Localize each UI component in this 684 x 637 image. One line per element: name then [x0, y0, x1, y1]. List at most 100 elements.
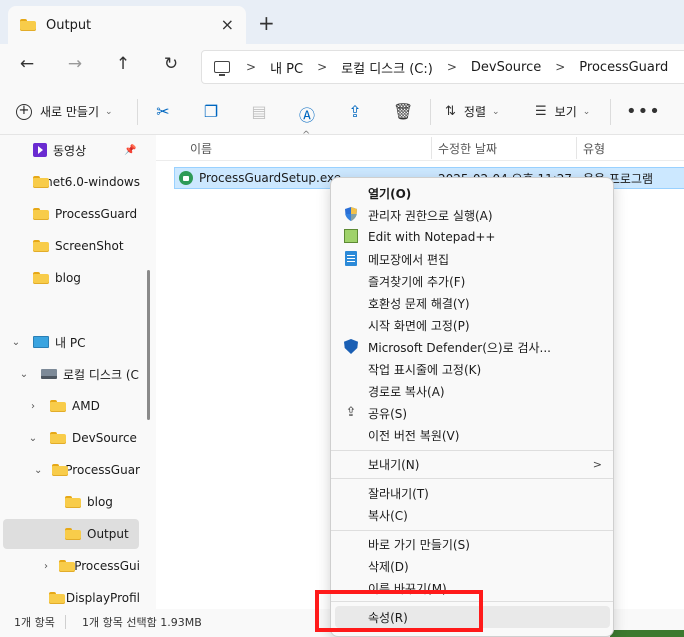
folder-icon	[65, 496, 81, 508]
more-options-icon[interactable]: •••	[626, 101, 661, 122]
sidebar-item-blog[interactable]: blog	[0, 263, 140, 293]
menu-item-restore-versions[interactable]: 이전 버전 복원(V)	[335, 424, 610, 446]
menu-item-cut[interactable]: 잘라내기(T)	[335, 482, 610, 504]
menu-item-label: Microsoft Defender(으)로 검사...	[368, 340, 551, 355]
sidebar-item-my-pc[interactable]: ⌄ 내 PC	[0, 327, 140, 357]
menu-item-label: 잘라내기(T)	[368, 486, 429, 501]
chevron-down-icon[interactable]: ⌄	[17, 369, 31, 380]
delete-icon[interactable]: 🗑	[393, 102, 413, 122]
menu-item-troubleshoot[interactable]: 호환성 문제 해결(Y)	[335, 292, 610, 314]
menu-item-add-favorites[interactable]: 즐겨찾기에 추가(F)	[335, 270, 610, 292]
menu-item-label: 공유(S)	[368, 406, 408, 421]
new-tab-button[interactable]: +	[258, 11, 275, 35]
menu-item-copy-path[interactable]: 경로로 복사(A)	[335, 380, 610, 402]
pin-icon[interactable]: 📌	[124, 145, 136, 156]
chevron-down-icon[interactable]: ⌄	[26, 433, 40, 444]
column-date[interactable]: 수정한 날짜	[438, 140, 497, 157]
menu-item-send-to[interactable]: 보내기(N) >	[335, 453, 610, 475]
navigation-bar: ← → ↑ ↻ > 내 PC > 로컬 디스크 (C:) > DevSource…	[0, 44, 684, 89]
sidebar-item-local-disk[interactable]: ⌄ 로컬 디스크 (C	[0, 359, 140, 389]
view-button[interactable]: ☰ 보기 ⌄	[535, 103, 590, 120]
breadcrumb-local-disk[interactable]: 로컬 디스크 (C:)	[341, 58, 433, 77]
up-icon[interactable]: ↑	[111, 54, 135, 74]
sidebar-item-amd[interactable]: › AMD	[0, 391, 140, 421]
folder-icon	[20, 19, 36, 31]
sidebar-item-label: ScreenShot	[55, 239, 124, 253]
column-divider[interactable]	[576, 137, 577, 159]
paste-icon[interactable]: ▤	[249, 102, 269, 122]
menu-item-run-as-admin[interactable]: 관리자 권한으로 실행(A)	[335, 204, 610, 226]
breadcrumb-processguard[interactable]: ProcessGuard	[579, 60, 668, 75]
sort-button[interactable]: ⇅ 정렬 ⌄	[445, 103, 500, 120]
refresh-icon[interactable]: ↻	[159, 54, 183, 74]
sidebar-item-label: ProcessGuar	[65, 463, 140, 477]
chevron-down-icon[interactable]: ⌄	[34, 465, 42, 476]
column-name[interactable]: 이름	[190, 140, 212, 157]
menu-item-create-shortcut[interactable]: 바로 가기 만들기(S)	[335, 533, 610, 555]
taskbar	[610, 630, 684, 637]
folder-icon	[65, 528, 81, 540]
column-type[interactable]: 유형	[583, 140, 605, 157]
menu-item-defender-scan[interactable]: Microsoft Defender(으)로 검사...	[335, 336, 610, 358]
folder-icon	[50, 432, 66, 444]
close-icon[interactable]: ×	[221, 15, 234, 34]
sidebar-item-screenshot[interactable]: ScreenShot	[0, 231, 140, 261]
menu-item-share[interactable]: ⇪ 공유(S)	[335, 402, 610, 424]
monitor-icon	[33, 336, 49, 348]
menu-item-edit-notepad[interactable]: 메모장에서 편집	[335, 248, 610, 270]
menu-separator	[331, 530, 613, 531]
sidebar-item-blog-tree[interactable]: blog	[0, 487, 140, 517]
notepad-icon	[343, 251, 359, 267]
add-icon: +	[16, 103, 32, 120]
breadcrumb-my-pc[interactable]: 내 PC	[270, 58, 303, 77]
tab-title: Output	[46, 17, 92, 33]
share-icon[interactable]: ⇪	[345, 102, 365, 122]
copy-icon[interactable]: ❐	[201, 102, 221, 122]
menu-item-label: 작업 표시줄에 고정(K)	[368, 362, 482, 377]
sidebar-item-processguard-tree[interactable]: ⌄ ProcessGuar	[0, 455, 140, 485]
rename-icon[interactable]: Ⓐ	[297, 102, 317, 125]
sidebar-item-net6[interactable]: net6.0-windows	[0, 167, 140, 197]
menu-item-label: 삭제(D)	[368, 559, 409, 574]
sidebar-item-label: 내 PC	[55, 335, 86, 350]
sidebar-item-processguard[interactable]: ProcessGuard	[0, 199, 140, 229]
breadcrumb-separator: >	[317, 60, 328, 74]
divider	[137, 99, 138, 125]
chevron-right-icon[interactable]: ›	[26, 401, 40, 412]
sidebar-item-devsource[interactable]: ⌄ DevSource	[0, 423, 140, 453]
folder-icon	[59, 560, 76, 572]
column-divider[interactable]	[431, 137, 432, 159]
menu-item-pin-taskbar[interactable]: 작업 표시줄에 고정(K)	[335, 358, 610, 380]
breadcrumb-devsource[interactable]: DevSource	[471, 60, 541, 75]
menu-item-pin-start[interactable]: 시작 화면에 고정(P)	[335, 314, 610, 336]
sort-ascending-icon: ^	[302, 130, 311, 141]
new-button[interactable]: + 새로 만들기 ⌄	[16, 103, 113, 120]
menu-item-copy[interactable]: 복사(C)	[335, 504, 610, 526]
forward-icon[interactable]: →	[63, 54, 87, 74]
address-bar[interactable]: > 내 PC > 로컬 디스크 (C:) > DevSource > Proce…	[201, 50, 684, 84]
sidebar-item-output[interactable]: Output	[3, 519, 139, 549]
menu-item-label: 시작 화면에 고정(P)	[368, 318, 470, 333]
share-icon: ⇪	[345, 405, 357, 420]
chevron-right-icon[interactable]: ›	[42, 561, 50, 572]
chevron-down-icon[interactable]: ⌄	[9, 337, 23, 348]
divider	[610, 99, 611, 125]
menu-item-edit-notepadpp[interactable]: Edit with Notepad++	[335, 226, 610, 248]
back-icon[interactable]: ←	[15, 54, 39, 74]
highlight-box	[315, 590, 483, 632]
sidebar-item-processgui[interactable]: › ProcessGui	[0, 551, 140, 581]
folder-icon	[33, 272, 49, 284]
sidebar-item-displayprofil[interactable]: DisplayProfil	[0, 583, 140, 610]
menu-item-delete[interactable]: 삭제(D)	[335, 555, 610, 577]
sidebar-item-label: AMD	[72, 399, 100, 413]
sidebar-item-label: 동영상	[53, 143, 87, 158]
tab-output[interactable]: Output ×	[8, 6, 246, 44]
sidebar-scrollbar[interactable]	[147, 270, 150, 420]
menu-separator	[331, 478, 613, 479]
folder-icon	[50, 400, 66, 412]
cut-icon[interactable]: ✂	[153, 102, 173, 122]
sidebar-item-videos[interactable]: 동영상 📌	[0, 135, 140, 165]
menu-item-open[interactable]: 열기(O)	[335, 182, 610, 204]
chevron-down-icon: ⌄	[105, 106, 113, 117]
menu-item-label: 즐겨찾기에 추가(F)	[368, 274, 466, 289]
